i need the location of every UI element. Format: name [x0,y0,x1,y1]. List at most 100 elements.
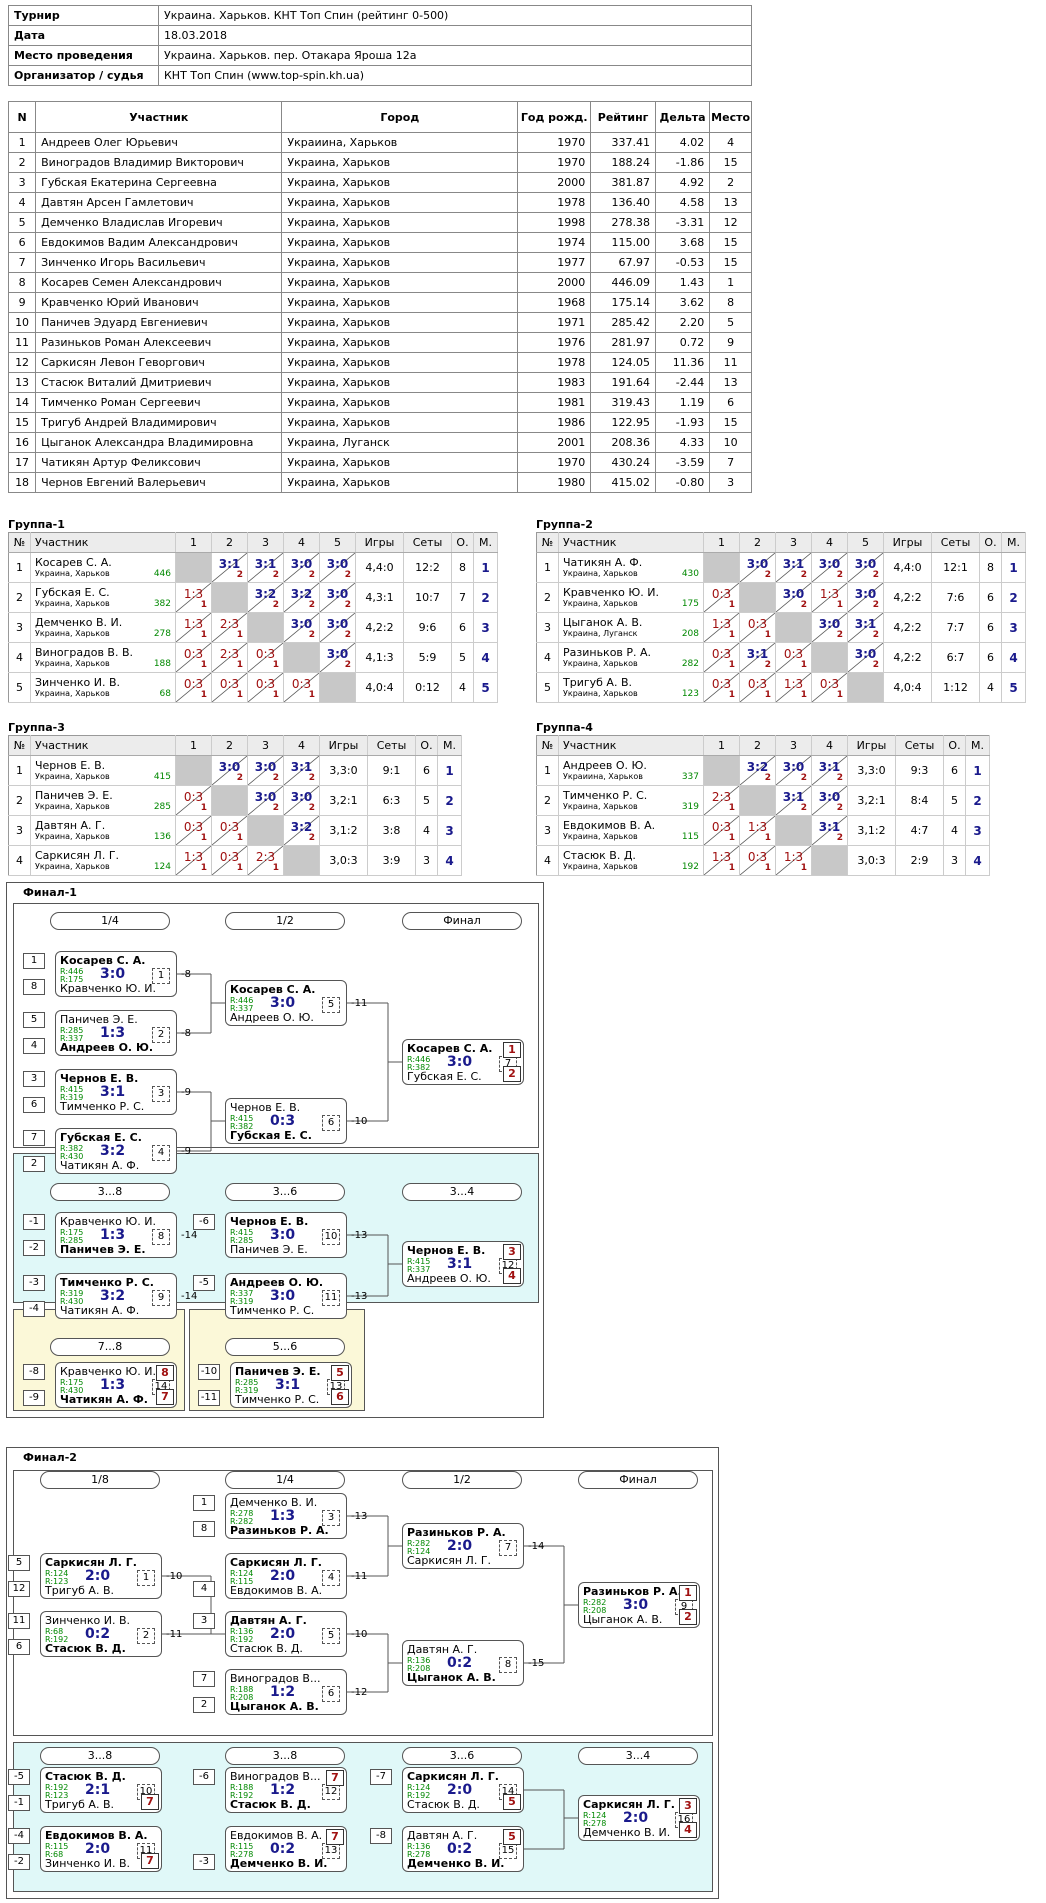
match-player-2: Цыганок А. В. [230,1700,319,1713]
loser-label: -8 [181,1028,191,1039]
match-player-2: Чатикян А. Ф. [60,1393,148,1406]
seed-box: 4 [23,1038,45,1054]
match-number: 4 [322,1570,340,1586]
match-score: 1:3 [100,1227,126,1243]
match-number: 8 [152,1229,170,1245]
match-box: Демченко В. И. R:278 R:282 1:3 Разиньков Р. … [225,1493,347,1539]
seed-box: 4 [193,1581,215,1597]
match-place-1: 8 [156,1365,174,1381]
round-label: 1/2 [402,1471,522,1489]
seed-box: 12 [8,1581,30,1597]
match-score: 3:1 [447,1256,473,1272]
seed-box: -9 [23,1390,45,1406]
match-score: 3:1 [100,1084,126,1100]
match-player-2: Евдокимов В. А. [230,1584,323,1597]
seed-box: -10 [198,1364,220,1380]
match-score: 2:0 [85,1568,111,1584]
seed-box: 6 [23,1097,45,1113]
match-box: Разиньков Р. А. R:282 R:208 3:0 Цыганок А. В… [578,1582,700,1628]
round-label: 3...8 [40,1747,160,1765]
match-player-2: Губская Е. С. [230,1129,312,1142]
loser-label: -14 [528,1541,545,1552]
round-label: Финал [578,1471,698,1489]
loser-label: -13 [351,1230,368,1241]
match-score: 3:0 [447,1054,473,1070]
match-score: 3:1 [275,1377,301,1393]
match-player-2: Чатикян А. Ф. [60,1304,140,1317]
loser-label: -11 [351,998,368,1009]
seed-box: -5 [8,1769,30,1785]
round-label: 3...6 [225,1183,345,1201]
seed-box: 5 [23,1012,45,1028]
match-number: 2 [152,1027,170,1043]
seed-box: -4 [23,1301,45,1317]
loser-label: -11 [351,1571,368,1582]
match-player-2: Цыганок А. В. [583,1613,663,1626]
match-number: 8 [499,1657,517,1673]
seed-box: 8 [23,979,45,995]
round-label: 1/4 [225,1471,345,1489]
match-box: Чернов Е. В. R:415 R:319 3:1 Тимченко Р. С. 3 [55,1069,177,1115]
match-number: 9 [152,1290,170,1306]
round-label: 1/4 [50,912,170,930]
seed-box: 7 [193,1671,215,1687]
loser-label: -15 [528,1658,545,1669]
round-label: 1/8 [40,1471,160,1489]
match-player-2: Кравченко Ю. И. [60,982,156,995]
match-player-1: Давтян А. Г. [230,1614,307,1627]
match-place-2: 7 [156,1389,174,1405]
match-box: Паничев Э. Е. R:285 R:337 1:3 Андреев О. Ю. 2 [55,1010,177,1056]
seed-box: -6 [193,1214,215,1230]
match-place-2: 6 [331,1389,349,1405]
match-place-1: 7 [326,1770,344,1786]
match-box: Андреев О. Ю. R:337 R:319 3:0 Тимченко Р. С.… [225,1273,347,1319]
match-number: 11 [322,1290,340,1306]
round-label: 3...8 [50,1183,170,1201]
match-box: Чернов Е. В. R:415 R:382 0:3 Губская Е. С. 6 [225,1098,347,1144]
match-place-2: 4 [679,1822,697,1838]
round-label: 7...8 [50,1338,170,1356]
loser-label: -14 [181,1230,198,1241]
match-number: 10 [322,1229,340,1245]
match-place-1: 5 [331,1365,349,1381]
loser-label: -13 [351,1291,368,1302]
match-player-2: Цыганок А. В. [407,1671,496,1684]
match-score: 1:3 [270,1508,296,1524]
match-score: 1:2 [270,1782,296,1798]
match-player-2: Стасюк В. Д. [230,1642,303,1655]
loser-label: -9 [181,1087,191,1098]
seed-box: -3 [193,1854,215,1870]
match-number: 15 [499,1843,517,1859]
match-player-2: Демченко В. И. [407,1857,505,1870]
match-place-1: 3 [679,1798,697,1814]
match-score: 0:2 [447,1655,473,1671]
round-label: 1/2 [225,912,345,930]
match-score: 2:0 [447,1538,473,1554]
match-box: Давтян А. Г. R:136 R:278 0:2 Демченко В. И. 1… [402,1826,524,1872]
match-score: 1:2 [270,1684,296,1700]
loser-label: -12 [351,1687,368,1698]
match-score: 0:2 [447,1841,473,1857]
match-score: 2:0 [270,1626,296,1642]
match-box: Чернов Е. В. R:415 R:285 3:0 Паничев Э. Е. 10 [225,1212,347,1258]
seed-box: 8 [193,1521,215,1537]
match-box: Косарев С. А. R:446 R:337 3:0 Андреев О. Ю. 5 [225,980,347,1026]
match-player-2: Тимченко Р. С. [230,1304,315,1317]
match-place-2: 5 [503,1794,521,1810]
seed-box: 1 [23,953,45,969]
match-player-2: Тригуб А. В. [45,1584,114,1597]
match-score: 0:2 [85,1626,111,1642]
match-place-1: 5 [503,1829,521,1845]
match-place-2: 2 [503,1066,521,1082]
match-player-2: Саркисян Л. Г. [407,1554,492,1567]
match-number: 6 [322,1115,340,1131]
match-box: Стасюк В. Д. R:192 R:123 2:1 Тригуб А. В. 10 7 [40,1767,162,1813]
match-score: 3:0 [100,966,126,982]
match-box: Зинченко И. В. R:68 R:192 0:2 Стасюк В. Д. 2 [40,1611,162,1657]
match-player-2: Чатикян А. Ф. [60,1159,140,1172]
match-place-2: 2 [679,1609,697,1625]
match-number: 3 [322,1510,340,1526]
match-box: Евдокимов В. А. R:115 R:278 0:2 Демченко В. … [225,1826,347,1872]
match-box: Косарев С. А. R:446 R:382 3:0 Губская Е. С. 7… [402,1039,524,1085]
match-score: 3:2 [100,1288,126,1304]
